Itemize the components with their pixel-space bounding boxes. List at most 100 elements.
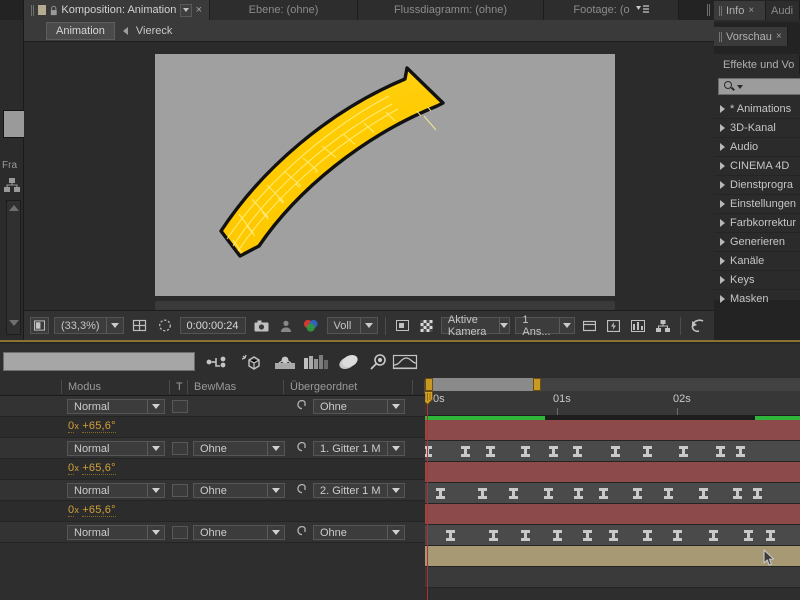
pick-whip-icon[interactable]: [296, 441, 308, 455]
timeline-graph-area[interactable]: 0s 01s 02s: [425, 378, 800, 600]
property-row-rotation[interactable]: 0x +65,6°: [0, 417, 425, 438]
keyframe-marker[interactable]: [521, 530, 530, 541]
resolution-combo[interactable]: Voll: [326, 317, 379, 334]
pick-whip-icon[interactable]: [296, 399, 308, 413]
keyframe-marker[interactable]: [489, 530, 498, 541]
empty-row[interactable]: [425, 567, 800, 588]
graph-editor-icon[interactable]: [392, 353, 418, 371]
breadcrumb-comp[interactable]: Animation: [46, 21, 115, 40]
tab-vorschau[interactable]: Vorschau ×: [714, 27, 788, 46]
tab-flussdiagramm[interactable]: Flussdiagramm: (ohne): [358, 0, 544, 20]
keyframe-marker[interactable]: [709, 530, 718, 541]
keyframe-marker[interactable]: [573, 446, 582, 457]
composition-canvas[interactable]: [155, 54, 615, 296]
keyframe-row-1[interactable]: [425, 441, 800, 462]
effects-category-row[interactable]: Kanäle: [714, 252, 800, 271]
keyframe-marker[interactable]: [733, 488, 742, 499]
keyframe-marker[interactable]: [549, 446, 558, 457]
graph-editor-toggle-icon[interactable]: [366, 353, 392, 371]
keyframe-marker[interactable]: [643, 446, 652, 457]
column-header[interactable]: Modus: [68, 381, 101, 393]
draft-3d-icon[interactable]: [238, 353, 264, 371]
layer-row[interactable]: Normal Ohne 2. Gitter 1 M: [0, 480, 425, 501]
keyframe-marker[interactable]: [643, 530, 652, 541]
pick-whip-icon[interactable]: [296, 525, 308, 539]
effects-category-row[interactable]: Masken: [714, 290, 800, 309]
disclosure-triangle-icon[interactable]: [720, 181, 725, 189]
keyframe-marker[interactable]: [766, 530, 775, 541]
mode-combo[interactable]: Normal: [67, 441, 165, 456]
timeline-layer-controls[interactable]: Normal Ohne 0x +65,6° Normal Ohne 1. Gitter 1…: [0, 396, 425, 600]
tab-menu-caret[interactable]: [180, 3, 192, 17]
disclosure-triangle-icon[interactable]: [720, 238, 725, 246]
rotation-degrees[interactable]: +65,6°: [82, 462, 116, 475]
chevron-down-icon[interactable]: [388, 488, 404, 493]
keyframe-marker[interactable]: [553, 530, 562, 541]
disclosure-triangle-icon[interactable]: [720, 162, 725, 170]
keyframe-marker[interactable]: [478, 488, 487, 499]
work-area-range[interactable]: [428, 378, 537, 391]
keyframe-marker[interactable]: [609, 530, 618, 541]
camera-view-combo[interactable]: Aktive Kamera: [440, 314, 511, 338]
keyframe-marker[interactable]: [544, 488, 553, 499]
work-area-start-handle[interactable]: [425, 378, 433, 391]
person-icon[interactable]: [277, 317, 295, 334]
chevron-down-icon[interactable]: [148, 488, 164, 493]
motion-blur-icon[interactable]: [303, 353, 329, 371]
effects-category-row[interactable]: Keys: [714, 271, 800, 290]
tab-info[interactable]: Info ×: [714, 1, 766, 20]
keyframe-marker[interactable]: [599, 488, 608, 499]
keyframe-marker[interactable]: [744, 530, 753, 541]
keyframe-marker[interactable]: [509, 488, 518, 499]
guides-icon[interactable]: [580, 317, 599, 334]
chevron-down-icon[interactable]: [388, 446, 404, 451]
current-time-display[interactable]: 0:00:00:24: [179, 317, 246, 334]
effects-category-row[interactable]: 3D-Kanal: [714, 119, 800, 138]
zoom-combo[interactable]: (33,3%): [54, 317, 124, 334]
layer-bar-4[interactable]: [425, 546, 800, 567]
motion-blur-combo[interactable]: Ohne: [193, 441, 285, 456]
effects-category-row[interactable]: Farbkorrektur: [714, 214, 800, 233]
mode-combo[interactable]: Normal: [67, 399, 165, 414]
effects-category-row[interactable]: * Animations: [714, 100, 800, 119]
column-header[interactable]: BewMas: [194, 381, 236, 393]
grid-guides-icon[interactable]: [129, 317, 150, 334]
layer-row[interactable]: Normal Ohne 1. Gitter 1 M: [0, 438, 425, 459]
layer-row[interactable]: Normal Ohne Ohne: [0, 522, 425, 543]
tab-komposition-animation[interactable]: Komposition: Animation ×: [24, 0, 210, 20]
chevron-down-icon[interactable]: [268, 488, 284, 493]
keyframe-marker[interactable]: [461, 446, 470, 457]
layer-bar-1[interactable]: [425, 420, 800, 441]
scroll-down-icon[interactable]: [9, 320, 19, 326]
keyframe-marker[interactable]: [574, 488, 583, 499]
time-ruler[interactable]: 0s 01s 02s: [425, 391, 800, 416]
chevron-down-icon[interactable]: [148, 530, 164, 535]
roi-icon[interactable]: [30, 317, 49, 334]
composition-stage[interactable]: [24, 43, 714, 314]
panel-menu-icon[interactable]: [635, 5, 649, 15]
parent-combo[interactable]: 1. Gitter 1 M: [313, 441, 405, 456]
camera-icon[interactable]: [251, 317, 272, 334]
views-combo[interactable]: 1 Ans...: [515, 314, 575, 338]
tab-ebene[interactable]: Ebene: (ohne): [210, 0, 358, 20]
flowchart-icon[interactable]: [4, 178, 20, 192]
tab-effekte-und-vorgaben[interactable]: Effekte und Vo: [714, 55, 800, 74]
column-header[interactable]: Übergeordnet: [290, 381, 357, 393]
chevron-down-icon[interactable]: [148, 446, 164, 451]
property-row-rotation[interactable]: 0x +65,6°: [0, 501, 425, 522]
column-header[interactable]: T: [176, 381, 183, 393]
tab-footage[interactable]: Footage: (o: [544, 0, 679, 20]
disclosure-triangle-icon[interactable]: [720, 257, 725, 265]
layer-bar-3[interactable]: [425, 504, 800, 525]
lock-icon[interactable]: [50, 5, 58, 16]
keyframe-marker[interactable]: [664, 488, 673, 499]
rotation-value[interactable]: 0x +65,6°: [68, 504, 116, 517]
disclosure-triangle-icon[interactable]: [720, 295, 725, 303]
chevron-down-icon[interactable]: [388, 530, 404, 535]
current-time-indicator-head[interactable]: [425, 391, 433, 405]
disclosure-triangle-icon[interactable]: [720, 143, 725, 151]
rotation-value[interactable]: 0x +65,6°: [68, 420, 116, 433]
close-icon[interactable]: ×: [196, 4, 202, 16]
track-matte-box[interactable]: [172, 484, 188, 497]
region-interest-icon[interactable]: [393, 317, 412, 334]
